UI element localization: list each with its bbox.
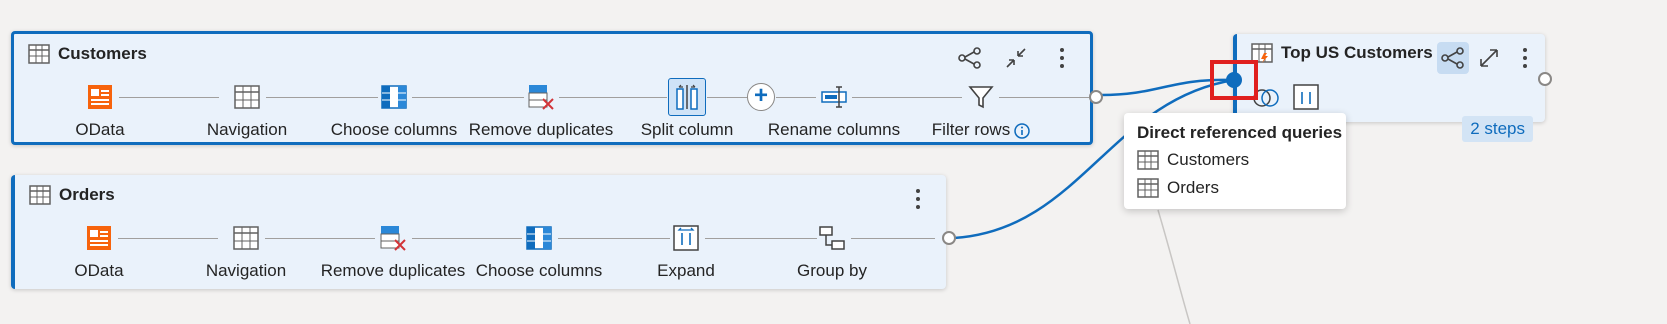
output-port[interactable] (942, 231, 956, 245)
more-options-button[interactable] (902, 183, 934, 215)
more-options-button[interactable] (1046, 42, 1078, 74)
step-navigation[interactable]: Navigation (172, 80, 322, 140)
expand-icon (669, 221, 703, 255)
step-remove-duplicates[interactable]: Remove duplicates (318, 221, 468, 281)
orders-query-card[interactable]: Orders OData Navigation Remove duplicate… (11, 175, 956, 289)
tooltip-title: Direct referenced queries (1137, 123, 1343, 142)
odata-icon (83, 80, 117, 114)
remove-duplicates-icon (524, 80, 558, 114)
step-navigation[interactable]: Navigation (171, 221, 321, 281)
customers-query-card[interactable]: Customers OData Navigation Choose column… (11, 31, 1103, 145)
step-label: OData (75, 120, 125, 139)
table-icon (229, 221, 263, 255)
collapse-button[interactable] (1000, 42, 1032, 74)
step-label-with-info: Filter rows (906, 120, 1056, 140)
more-options-button[interactable] (1509, 42, 1541, 74)
wire-grey-down (1157, 209, 1191, 324)
tooltip-item: Orders (1137, 178, 1219, 198)
top-us-card-actions (1437, 42, 1541, 74)
output-port[interactable] (1538, 72, 1552, 86)
step-label: Navigation (206, 120, 288, 139)
table-icon (1137, 150, 1159, 170)
step-remove-duplicates[interactable]: Remove duplicates (466, 80, 616, 140)
info-icon[interactable] (1014, 122, 1030, 139)
customers-card-header: Customers (28, 44, 147, 64)
step-filter-rows[interactable]: Filter rows (906, 80, 1056, 140)
top-us-card-header: Top US Customers (1251, 43, 1433, 63)
step-group-by[interactable]: Group by (757, 221, 907, 281)
step-label: Remove duplicates (320, 261, 466, 280)
top-us-card-title: Top US Customers (1281, 43, 1433, 62)
top-us-customers-query-card[interactable]: Top US Customers 2 steps (1233, 34, 1545, 142)
step-label: Choose columns (330, 120, 458, 139)
share-graph-icon (1441, 47, 1464, 69)
step-label: Rename columns (767, 120, 901, 139)
step-odata[interactable]: OData (24, 221, 174, 281)
step-count-badge[interactable]: 2 steps (1462, 116, 1533, 142)
collapse-icon (1006, 48, 1026, 68)
step-label: Group by (797, 261, 867, 280)
highlight-box (1210, 60, 1258, 100)
step-label: Navigation (205, 261, 287, 280)
step-label: Expand (657, 261, 715, 280)
choose-columns-icon (377, 80, 411, 114)
expand-icon (1293, 84, 1319, 110)
expand-button[interactable] (1473, 42, 1505, 74)
step-odata[interactable]: OData (25, 80, 175, 140)
step-choose-columns[interactable]: Choose columns (319, 80, 469, 140)
table-icon (28, 44, 50, 64)
remove-duplicates-icon (376, 221, 410, 255)
share-graph-icon (958, 47, 981, 69)
group-by-icon (815, 221, 849, 255)
choose-columns-icon (522, 221, 556, 255)
filter-icon (964, 80, 998, 114)
step-expand[interactable]: Expand (611, 221, 761, 281)
tooltip-item: Customers (1137, 150, 1249, 170)
table-icon (230, 80, 264, 114)
table-icon (29, 185, 51, 205)
step-choose-columns[interactable]: Choose columns (464, 221, 614, 281)
step-label: Filter rows (931, 120, 1011, 139)
step-label: Remove duplicates (468, 120, 614, 139)
customers-card-title: Customers (58, 44, 147, 63)
more-vertical-icon (916, 189, 920, 209)
step-label: Split column (640, 120, 734, 139)
step-label: Choose columns (475, 261, 603, 280)
customers-card-actions (954, 42, 1078, 74)
step-split-column[interactable]: Split column (612, 78, 762, 140)
rename-columns-icon (817, 80, 851, 114)
show-lineage-button[interactable] (1437, 42, 1469, 74)
orders-card-header: Orders (29, 185, 115, 205)
referenced-queries-tooltip: Direct referenced queries Customers Orde… (1124, 113, 1346, 209)
expand-diagonal-icon (1480, 49, 1498, 67)
split-column-icon (668, 78, 706, 116)
odata-icon (82, 221, 116, 255)
more-vertical-icon (1060, 48, 1064, 68)
orders-card-title: Orders (59, 185, 115, 204)
tooltip-item-label: Customers (1167, 150, 1250, 169)
orders-card-actions (902, 183, 934, 215)
step-label: OData (74, 261, 124, 280)
show-lineage-button[interactable] (954, 42, 986, 74)
output-port[interactable] (1089, 90, 1103, 104)
more-vertical-icon (1523, 48, 1527, 68)
step-rename-columns[interactable]: Rename columns (759, 80, 909, 140)
table-icon (1137, 178, 1159, 198)
tooltip-item-label: Orders (1167, 178, 1219, 197)
